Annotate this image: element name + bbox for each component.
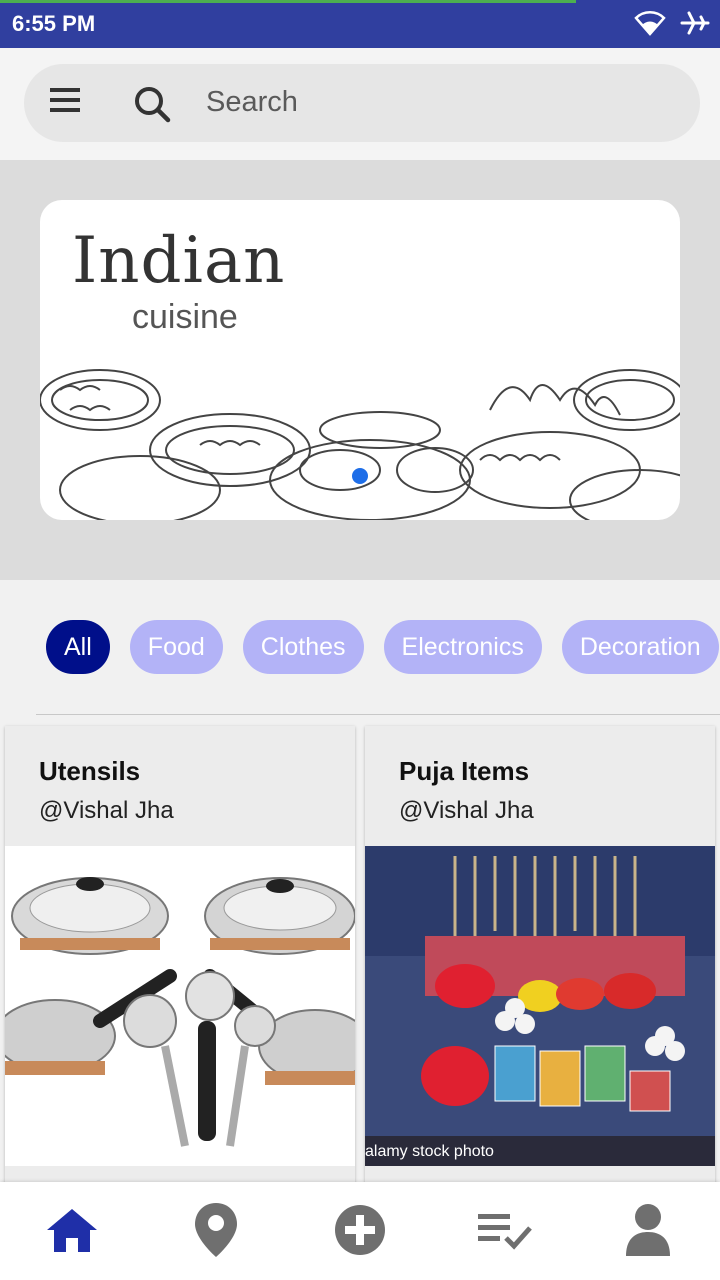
search-input[interactable]: Search [206,86,298,119]
banner-slide[interactable]: Indian cuisine [40,200,680,520]
search-icon[interactable] [132,84,172,124]
category-chips: All Food Clothes Electronics Decoration [0,580,720,714]
card-title: Utensils [39,756,141,786]
location-pin-icon [193,1201,239,1264]
watermark-caption: alamy stock photo [365,1143,494,1160]
post-card-puja-items[interactable]: Puja Items @Vishal Jha alamy stock photo [365,726,715,1196]
checklist-icon [476,1210,532,1255]
utensils-image[interactable] [5,846,355,1166]
card-header: Puja Items @Vishal Jha [365,726,715,846]
nav-home[interactable] [42,1202,102,1262]
wifi-icon [634,10,666,41]
food-sketch-illustration [40,369,680,520]
chip-clothes[interactable]: Clothes [242,620,364,674]
nav-profile[interactable] [618,1202,678,1262]
search-bar[interactable]: Search [24,64,700,142]
card-header: Utensils @Vishal Jha [5,726,355,846]
divider [36,714,720,715]
status-time: 6:55 PM [12,11,96,36]
card-author[interactable]: @Vishal Jha [399,797,715,825]
banner-title: Indian [72,224,286,298]
puja-items-image[interactable]: alamy stock photo [365,846,715,1166]
card-title: Puja Items [399,756,530,786]
chip-food[interactable]: Food [129,620,223,674]
chip-decoration[interactable]: Decoration [561,620,719,674]
nav-list[interactable] [474,1202,534,1262]
airplane-icon [680,10,710,41]
loading-progress-bar [0,0,576,3]
status-bar: 6:55 PM [0,0,720,48]
home-icon [44,1206,100,1259]
profile-icon [624,1202,672,1263]
chip-electronics[interactable]: Electronics [383,620,542,674]
nav-location[interactable] [186,1202,246,1262]
app-header: Search [0,48,720,160]
bottom-navigation [0,1182,720,1280]
nav-add[interactable] [330,1202,390,1262]
add-circle-icon [333,1203,387,1262]
banner-subtitle: cuisine [132,298,238,336]
menu-icon[interactable] [50,88,84,118]
chip-all[interactable]: All [46,620,110,674]
card-author[interactable]: @Vishal Jha [39,797,355,825]
banner-carousel: Indian cuisine [0,160,720,580]
status-icons [634,10,710,41]
post-card-utensils[interactable]: Utensils @Vishal Jha [5,726,355,1196]
carousel-indicator-dot[interactable] [352,468,368,484]
